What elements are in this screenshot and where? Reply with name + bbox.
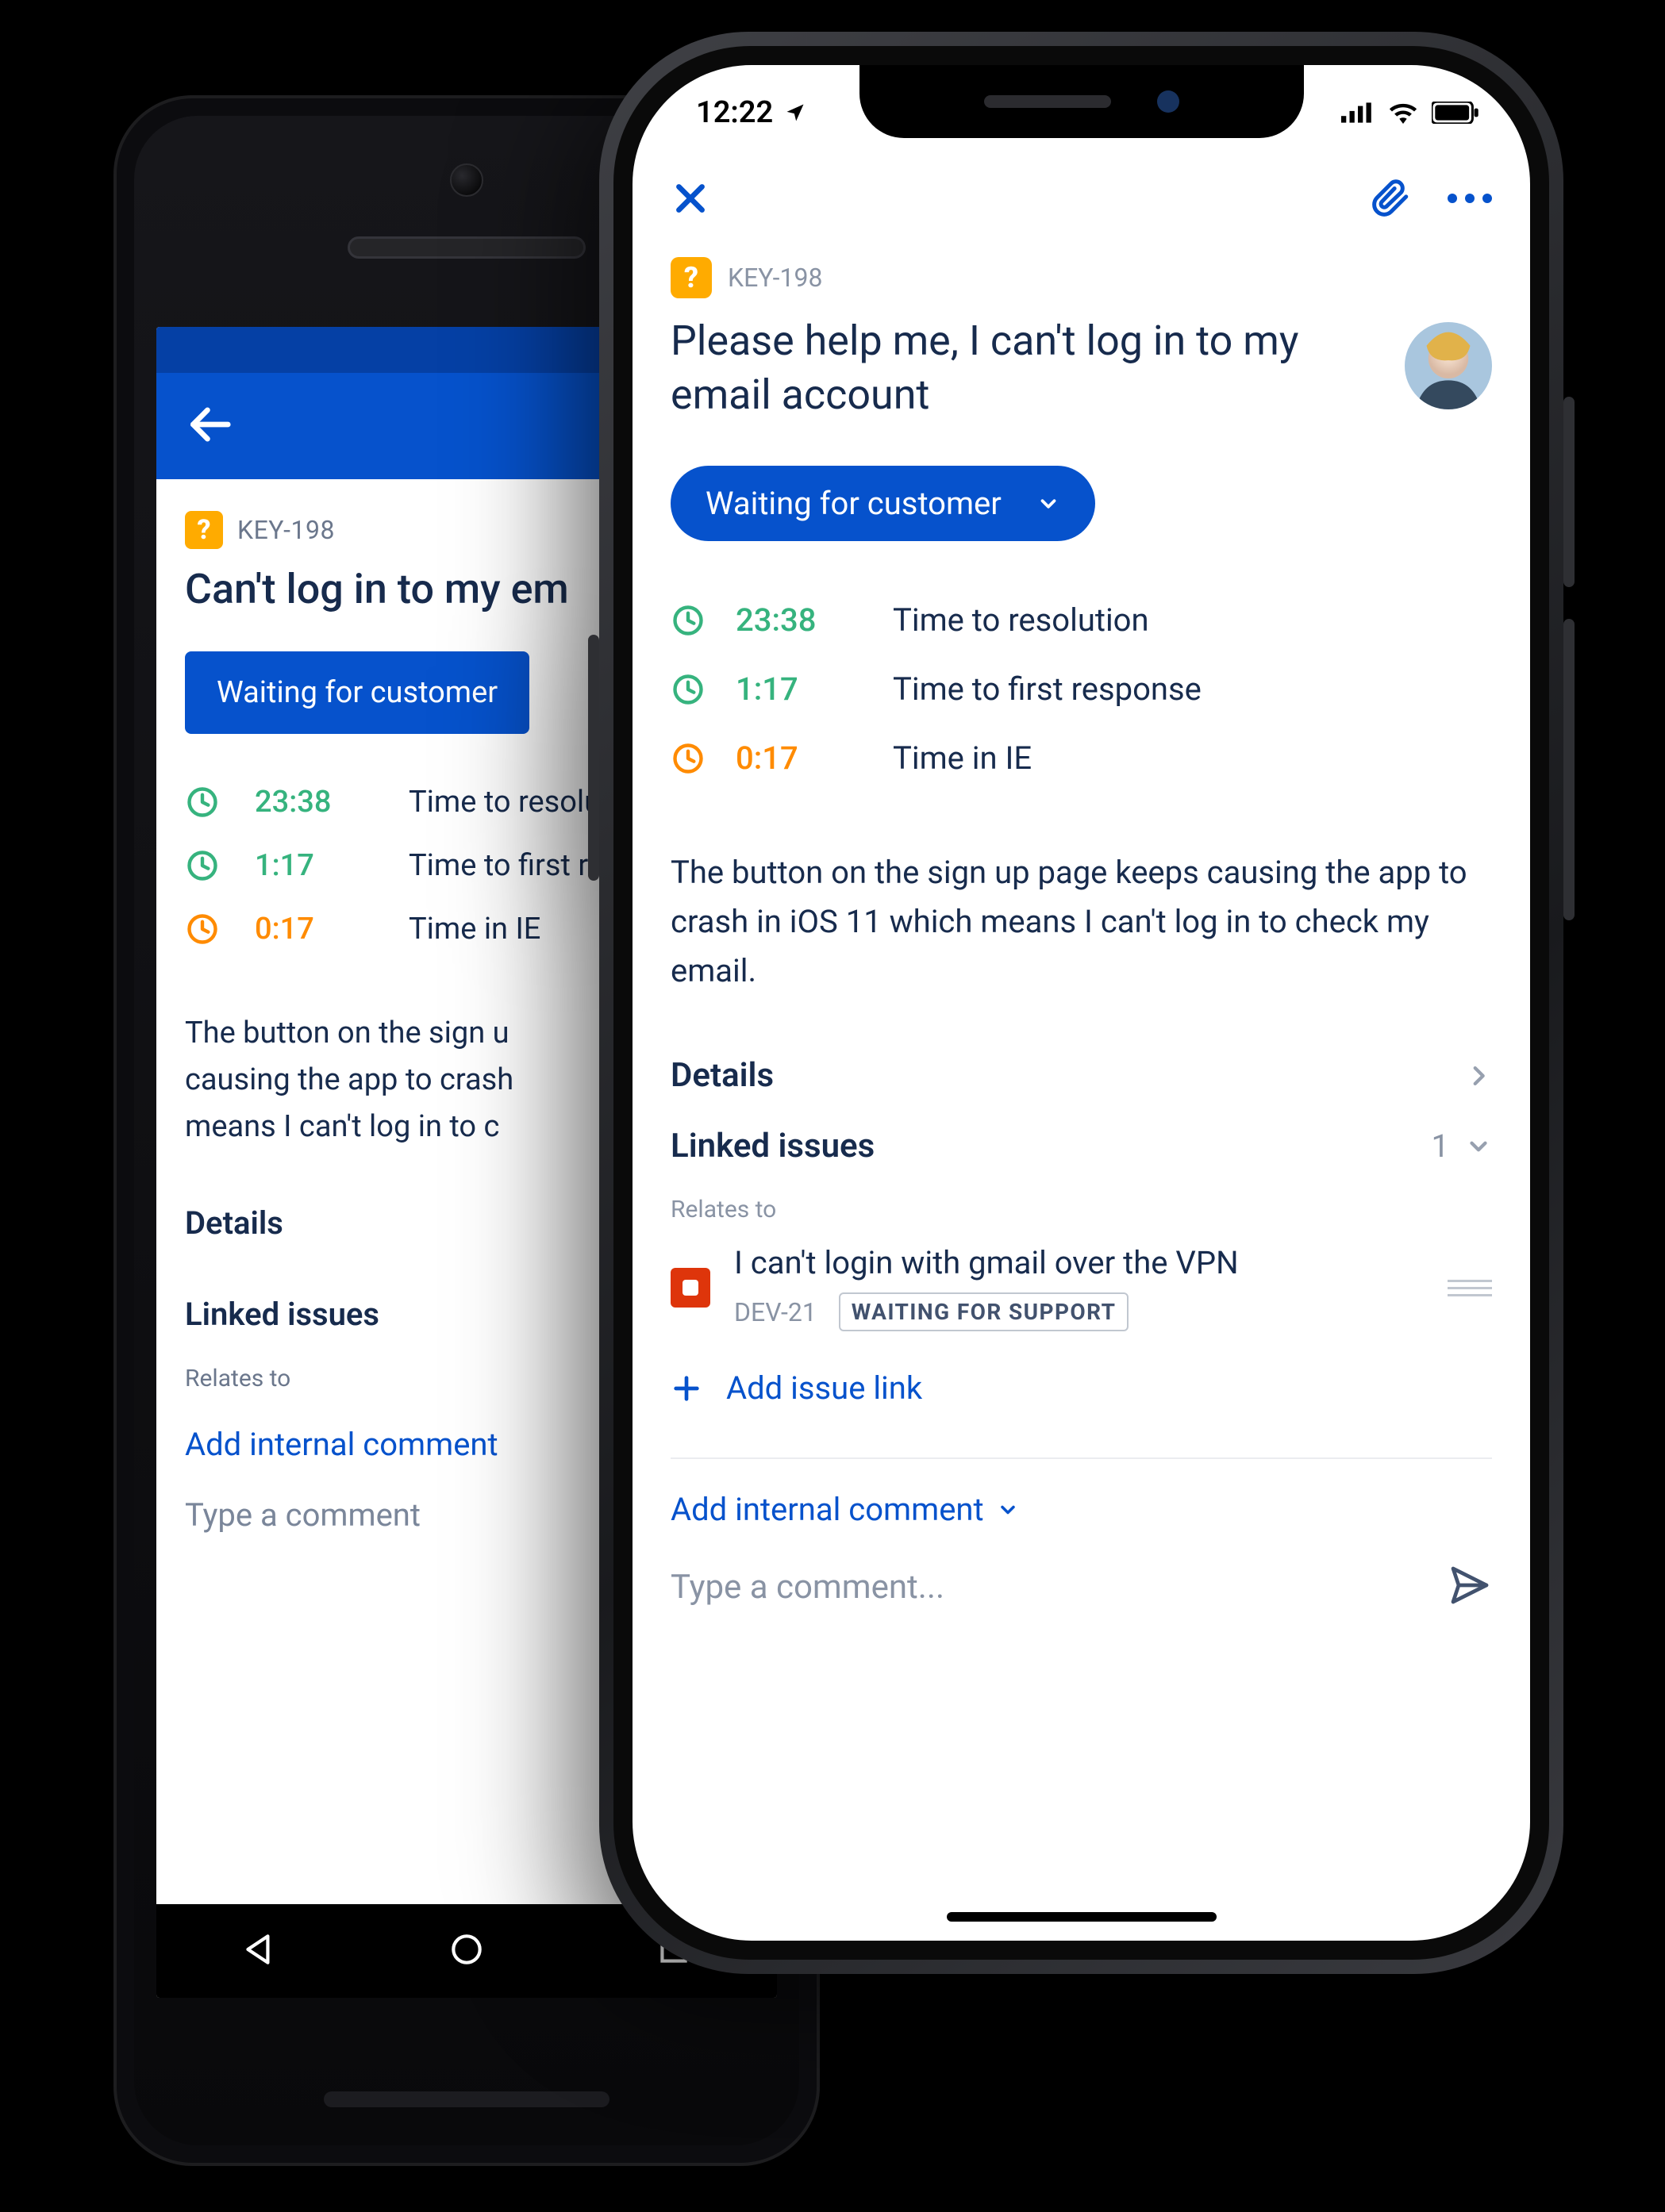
clock-icon xyxy=(185,785,220,820)
details-section-row[interactable]: Details xyxy=(671,1056,1492,1095)
sla-time: 0:17 xyxy=(736,739,863,777)
clock-icon xyxy=(671,672,706,707)
status-dropdown[interactable]: Waiting for customer xyxy=(185,651,529,734)
sla-list: 23:38 Time to resolution 1:17 Time to fi… xyxy=(671,601,1492,777)
divider xyxy=(671,1457,1492,1459)
issue-type-icon: ? xyxy=(671,257,712,298)
iphone-notch xyxy=(859,65,1304,138)
comment-input[interactable]: Type a comment... xyxy=(671,1568,944,1607)
android-bottom-speaker xyxy=(324,2091,609,2107)
sla-time: 23:38 xyxy=(736,601,863,639)
status-dropdown[interactable]: Waiting for customer xyxy=(671,466,1095,541)
issue-title: Please help me, I can't log in to my ema… xyxy=(671,314,1373,421)
issue-description: The button on the sign up page keeps cau… xyxy=(671,848,1492,996)
notch-camera xyxy=(1157,90,1179,113)
clock-icon xyxy=(671,603,706,638)
linked-issues-section-row[interactable]: Linked issues 1 xyxy=(671,1127,1492,1166)
sla-label: Time to resolu xyxy=(409,785,601,820)
issue-key-row: ? KEY-198 xyxy=(671,257,1492,298)
drag-handle-icon[interactable] xyxy=(1448,1280,1492,1296)
sla-time: 1:17 xyxy=(255,848,374,883)
issue-key: KEY-198 xyxy=(237,515,335,545)
add-internal-comment-button[interactable]: Add internal comment xyxy=(185,1426,498,1463)
chevron-down-icon xyxy=(1036,492,1060,516)
attachment-icon[interactable] xyxy=(1371,179,1411,218)
add-issue-link-button[interactable]: Add issue link xyxy=(671,1369,1492,1407)
sla-time: 23:38 xyxy=(255,785,374,820)
send-icon[interactable] xyxy=(1448,1563,1492,1611)
android-speaker xyxy=(348,236,586,259)
android-camera xyxy=(450,163,483,197)
linked-issue-row[interactable]: I can't login with gmail over the VPN DE… xyxy=(671,1244,1492,1331)
clock-icon xyxy=(185,912,220,947)
close-icon[interactable] xyxy=(671,179,710,218)
sla-row: 0:17 Time in IE xyxy=(671,739,1492,777)
add-issue-link-label: Add issue link xyxy=(726,1369,922,1407)
iphone-side-button xyxy=(588,635,599,881)
bug-icon xyxy=(671,1268,710,1308)
add-internal-comment-button[interactable]: Add internal comment xyxy=(671,1491,1019,1528)
sla-label: Time to first response xyxy=(893,670,1202,708)
iphone-screen: 12:22 ? KEY-198 xyxy=(633,65,1530,1941)
linked-issues-count: 1 xyxy=(1432,1127,1449,1165)
avatar[interactable] xyxy=(1405,322,1492,409)
linked-issue-key: DEV-21 xyxy=(734,1297,817,1327)
iphone-side-button xyxy=(1563,397,1575,587)
battery-icon xyxy=(1432,102,1479,124)
linked-issues-section-header: Linked issues xyxy=(671,1127,875,1166)
add-internal-comment-label: Add internal comment xyxy=(671,1491,984,1528)
iphone-side-button xyxy=(1563,619,1575,920)
back-arrow-icon[interactable] xyxy=(185,400,234,452)
issue-type-icon: ? xyxy=(185,511,223,549)
sla-label: Time to resolution xyxy=(893,601,1149,639)
chevron-down-icon xyxy=(1465,1133,1492,1160)
notch-speaker xyxy=(984,95,1111,108)
more-icon[interactable] xyxy=(1448,194,1492,203)
relates-to-label: Relates to xyxy=(671,1196,1492,1223)
details-section-header: Details xyxy=(671,1056,774,1095)
clock-icon xyxy=(671,741,706,776)
iphone-device: 12:22 ? KEY-198 xyxy=(599,32,1563,1974)
sla-row: 23:38 Time to resolution xyxy=(671,601,1492,639)
status-time: 12:22 xyxy=(696,95,773,130)
location-icon xyxy=(784,102,806,124)
status-label: Waiting for customer xyxy=(217,675,498,710)
home-indicator[interactable] xyxy=(947,1912,1217,1922)
nav-home-icon[interactable] xyxy=(447,1930,486,1972)
nav-back-icon[interactable] xyxy=(240,1930,279,1972)
sla-label: Time in IE xyxy=(409,912,540,947)
sla-label: Time to first re xyxy=(409,848,604,883)
clock-icon xyxy=(185,848,220,883)
toolbar xyxy=(633,160,1530,236)
wifi-icon xyxy=(1387,102,1419,124)
sla-time: 1:17 xyxy=(736,670,863,708)
sla-row: 1:17 Time to first response xyxy=(671,670,1492,708)
chevron-down-icon xyxy=(997,1499,1019,1521)
linked-issue-title: I can't login with gmail over the VPN xyxy=(734,1244,1424,1281)
issue-key: KEY-198 xyxy=(728,263,822,293)
plus-icon xyxy=(671,1373,702,1404)
cellular-icon xyxy=(1341,102,1375,124)
status-badge: WAITING FOR SUPPORT xyxy=(839,1292,1129,1331)
chevron-right-icon xyxy=(1465,1062,1492,1089)
status-label: Waiting for customer xyxy=(706,485,1002,522)
sla-time: 0:17 xyxy=(255,912,374,947)
sla-label: Time in IE xyxy=(893,739,1032,777)
